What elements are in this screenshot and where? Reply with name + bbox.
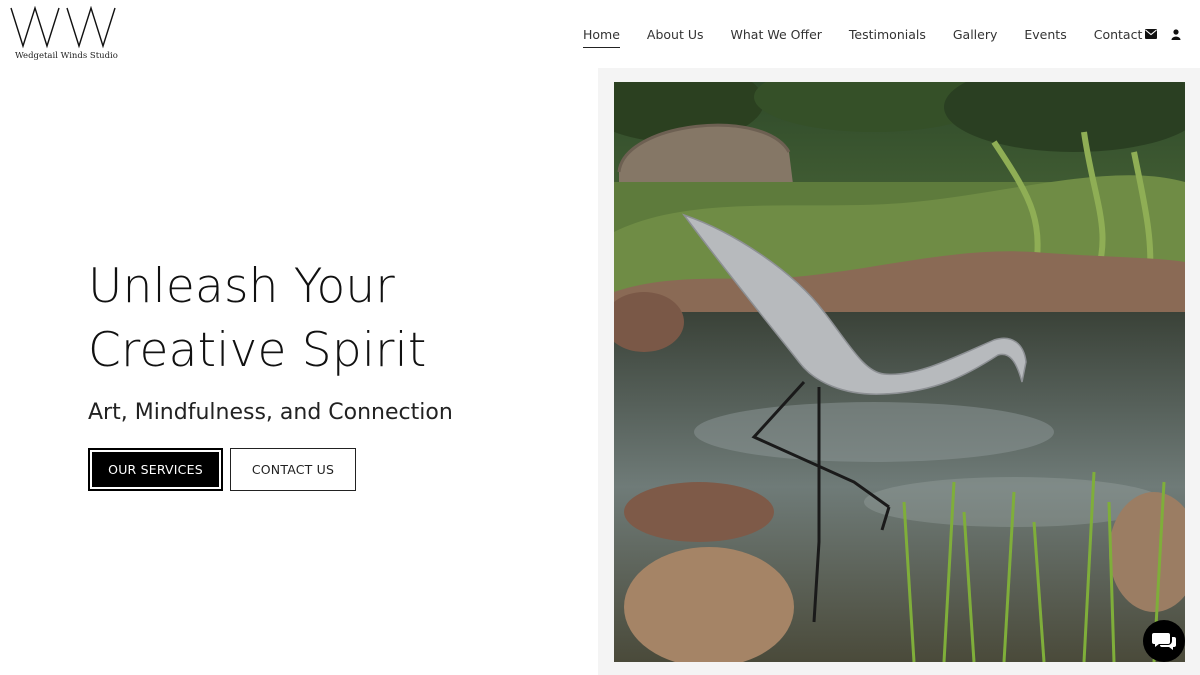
user-icon[interactable]: [1169, 27, 1183, 41]
nav-events[interactable]: Events: [1024, 27, 1066, 42]
main-nav: Home About Us What We Offer Testimonials…: [583, 26, 1169, 48]
hero-photo-heron-sculpture: [614, 82, 1185, 662]
chat-bubbles-icon[interactable]: [1143, 620, 1185, 662]
nav-what-we-offer[interactable]: What We Offer: [731, 27, 822, 42]
logo-mark: [10, 6, 116, 49]
hero-title-line-2: Creative Spirit: [88, 323, 427, 378]
hero-title-line-1: Unleash Your: [88, 259, 395, 314]
nav-testimonials[interactable]: Testimonials: [849, 27, 926, 42]
our-services-button[interactable]: OUR SERVICES: [88, 448, 223, 491]
logo-wordmark: Wedgetail Winds Studio: [15, 51, 118, 61]
envelope-icon[interactable]: [1144, 27, 1158, 41]
nav-home[interactable]: Home: [583, 27, 620, 48]
hero-title: Unleash Your Creative Spirit: [88, 255, 427, 383]
nav-gallery[interactable]: Gallery: [953, 27, 998, 42]
nav-contact[interactable]: Contact: [1094, 27, 1143, 42]
contact-us-button[interactable]: CONTACT US: [230, 448, 356, 491]
logo[interactable]: Wedgetail Winds Studio: [9, 6, 119, 62]
nav-about-us[interactable]: About Us: [647, 27, 704, 42]
hero-subtitle: Art, Mindfulness, and Connection: [88, 400, 453, 425]
